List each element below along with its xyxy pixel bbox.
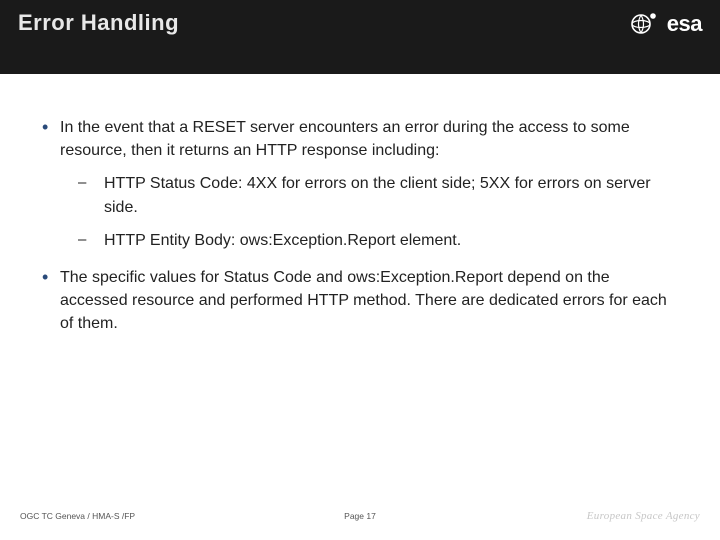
bullet-item: The specific values for Status Code and … [40,266,680,336]
bullet-text: The specific values for Status Code and … [60,269,667,332]
footer-page-number: Page 17 [344,511,376,521]
esa-logo: esa [629,10,702,38]
sub-bullet-text: HTTP Entity Body: ows:Exception.Report e… [104,232,461,249]
bullet-text: In the event that a RESET server encount… [60,119,630,159]
sub-bullet-item: HTTP Status Code: 4XX for errors on the … [60,172,680,218]
esa-logo-text: esa [667,11,702,37]
slide-header: Error Handling esa [0,0,720,74]
esa-logo-icon [629,10,661,38]
slide-title: Error Handling [18,10,179,36]
sub-bullet-list: HTTP Status Code: 4XX for errors on the … [60,172,680,252]
bullet-item: In the event that a RESET server encount… [40,116,680,252]
footer-left: OGC TC Geneva / HMA-S /FP [20,511,135,521]
slide: Error Handling esa In the event that a R… [0,0,720,540]
sub-bullet-text: HTTP Status Code: 4XX for errors on the … [104,175,651,215]
bullet-list: In the event that a RESET server encount… [40,116,680,336]
slide-body: In the event that a RESET server encount… [0,74,720,540]
sub-bullet-item: HTTP Entity Body: ows:Exception.Report e… [60,229,680,252]
footer-agency: European Space Agency [587,510,700,522]
slide-footer: OGC TC Geneva / HMA-S /FP Page 17 Europe… [0,510,720,522]
